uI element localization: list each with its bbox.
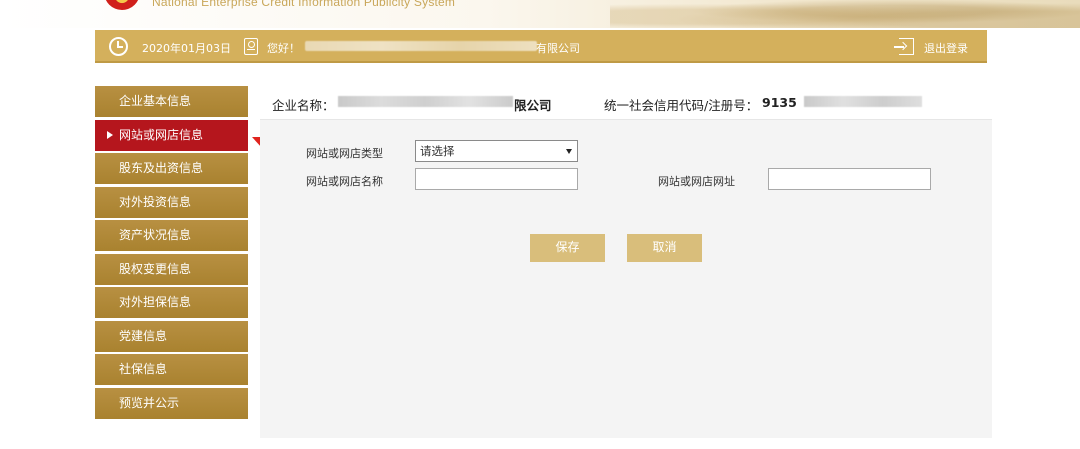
sidebar-item-social-security[interactable]: 社保信息: [95, 354, 248, 385]
sidebar-item-label: 股东及出资信息: [119, 161, 204, 175]
website-type-selected-value: 请选择: [420, 144, 455, 158]
national-emblem-icon: [104, 0, 140, 10]
greeting-text: 您好！: [267, 42, 300, 55]
redacted-company-name: [305, 41, 537, 51]
credit-code-label: 统一社会信用代码/注册号：: [604, 98, 759, 113]
logout-icon[interactable]: [894, 38, 914, 55]
website-url-label: 网站或网店网址: [658, 175, 735, 188]
current-date: 2020年01月03日: [142, 42, 231, 55]
company-name-label: 企业名称：: [272, 98, 335, 113]
redacted-company-name: [338, 96, 513, 107]
active-triangle-icon: [107, 130, 113, 139]
site-english-title: National Enterprise Credit Information P…: [152, 0, 456, 9]
company-name-suffix: 限公司: [514, 98, 552, 113]
credit-code-prefix: 9135: [762, 95, 797, 110]
sidebar-item-equity-change[interactable]: 股权变更信息: [95, 253, 248, 285]
panel-footer-strip: [260, 438, 992, 449]
sidebar-item-shareholder-info[interactable]: 股东及出资信息: [95, 153, 248, 184]
website-type-label: 网站或网店类型: [306, 147, 383, 160]
sidebar-item-investment-info[interactable]: 对外投资信息: [95, 186, 248, 218]
sidebar-nav: 企业基本信息 网站或网店信息 股东及出资信息 对外投资信息 资产状况信息 股权变…: [95, 86, 248, 421]
website-type-select[interactable]: 请选择: [415, 140, 578, 162]
sidebar-item-label: 股权变更信息: [119, 261, 192, 276]
sidebar-item-asset-info[interactable]: 资产状况信息: [95, 220, 248, 251]
user-card-icon: [244, 38, 258, 55]
sidebar-item-label: 社保信息: [119, 362, 168, 376]
site-banner: National Enterprise Credit Information P…: [0, 0, 1080, 28]
sidebar-item-label: 党建信息: [119, 328, 168, 343]
sidebar-item-label: 预览并公示: [119, 395, 180, 410]
website-name-input[interactable]: [415, 168, 578, 190]
redacted-credit-code: [804, 96, 922, 107]
banner-decoration: [610, 0, 1080, 28]
website-name-label: 网站或网店名称: [306, 175, 383, 188]
main-panel: 企业名称： 限公司 统一社会信用代码/注册号： 9135 网站或网店类型 请选择…: [260, 84, 992, 449]
sidebar-item-website-info[interactable]: 网站或网店信息: [95, 119, 248, 151]
cancel-button[interactable]: 取消: [627, 234, 702, 262]
sidebar-item-party-info[interactable]: 党建信息: [95, 320, 248, 352]
save-button[interactable]: 保存: [530, 234, 605, 262]
company-header: 企业名称： 限公司 统一社会信用代码/注册号： 9135: [260, 84, 992, 120]
chevron-down-icon: [566, 149, 572, 154]
website-url-input[interactable]: [768, 168, 931, 190]
sidebar-item-label: 企业基本信息: [119, 94, 192, 108]
sidebar-item-label: 网站或网店信息: [119, 127, 204, 142]
sidebar-item-label: 对外投资信息: [119, 194, 192, 209]
infobar-company-suffix: 有限公司: [536, 42, 580, 55]
sidebar-item-label: 对外担保信息: [119, 295, 192, 309]
sidebar-item-label: 资产状况信息: [119, 228, 192, 242]
info-bar: 2020年01月03日 您好！ 有限公司 退出登录: [95, 30, 987, 63]
sidebar-item-preview-publish[interactable]: 预览并公示: [95, 387, 248, 419]
sidebar-item-guarantee-info[interactable]: 对外担保信息: [95, 287, 248, 318]
clock-icon: [109, 37, 128, 56]
sidebar-item-basic-info[interactable]: 企业基本信息: [95, 86, 248, 117]
logout-link[interactable]: 退出登录: [924, 40, 968, 56]
